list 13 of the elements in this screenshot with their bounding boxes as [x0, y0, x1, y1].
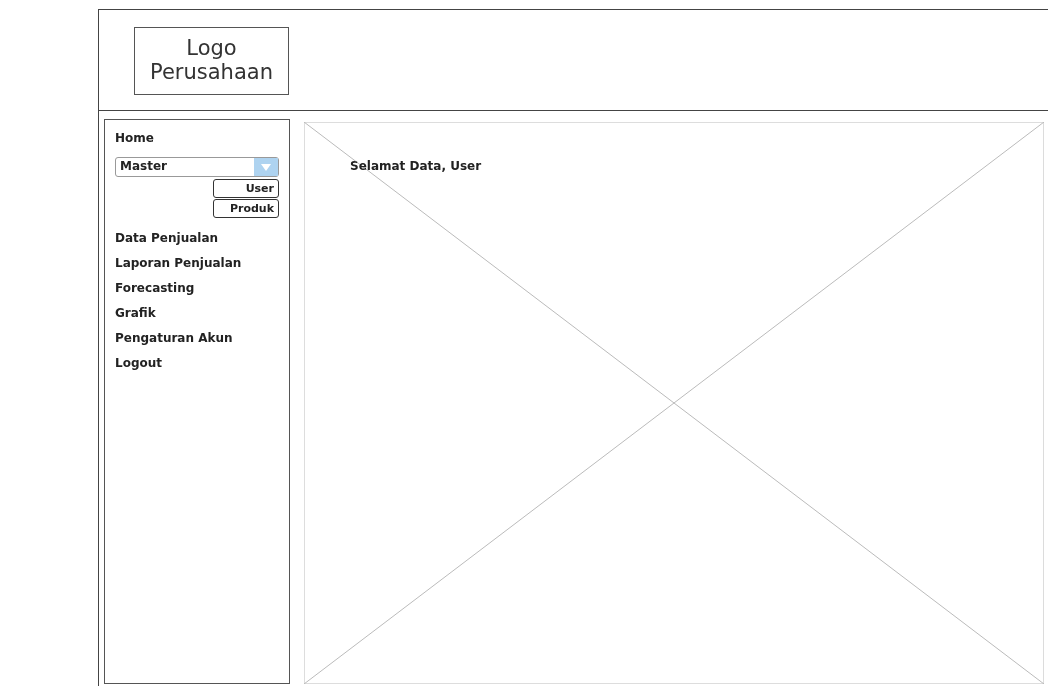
- sidebar-link[interactable]: Home: [115, 128, 279, 148]
- sidebar-link[interactable]: Data Penjualan: [115, 228, 279, 248]
- sidebar-link[interactable]: Laporan Penjualan: [115, 253, 279, 273]
- submenu-button[interactable]: User: [213, 179, 279, 198]
- submenu-button[interactable]: Produk: [213, 199, 279, 218]
- dropdown-arrow-icon: [261, 163, 271, 171]
- greeting-text: Selamat Data, User: [350, 159, 482, 173]
- sidebar-link[interactable]: Grafik: [115, 303, 279, 323]
- sidebar-link[interactable]: Forecasting: [115, 278, 279, 298]
- logo-text: Logo Perusahaan: [150, 36, 273, 84]
- sidebar-link[interactable]: Pengaturan Akun: [115, 328, 279, 348]
- dropdown-field[interactable]: Master: [115, 157, 279, 177]
- sidebar-link[interactable]: Logout: [115, 353, 279, 373]
